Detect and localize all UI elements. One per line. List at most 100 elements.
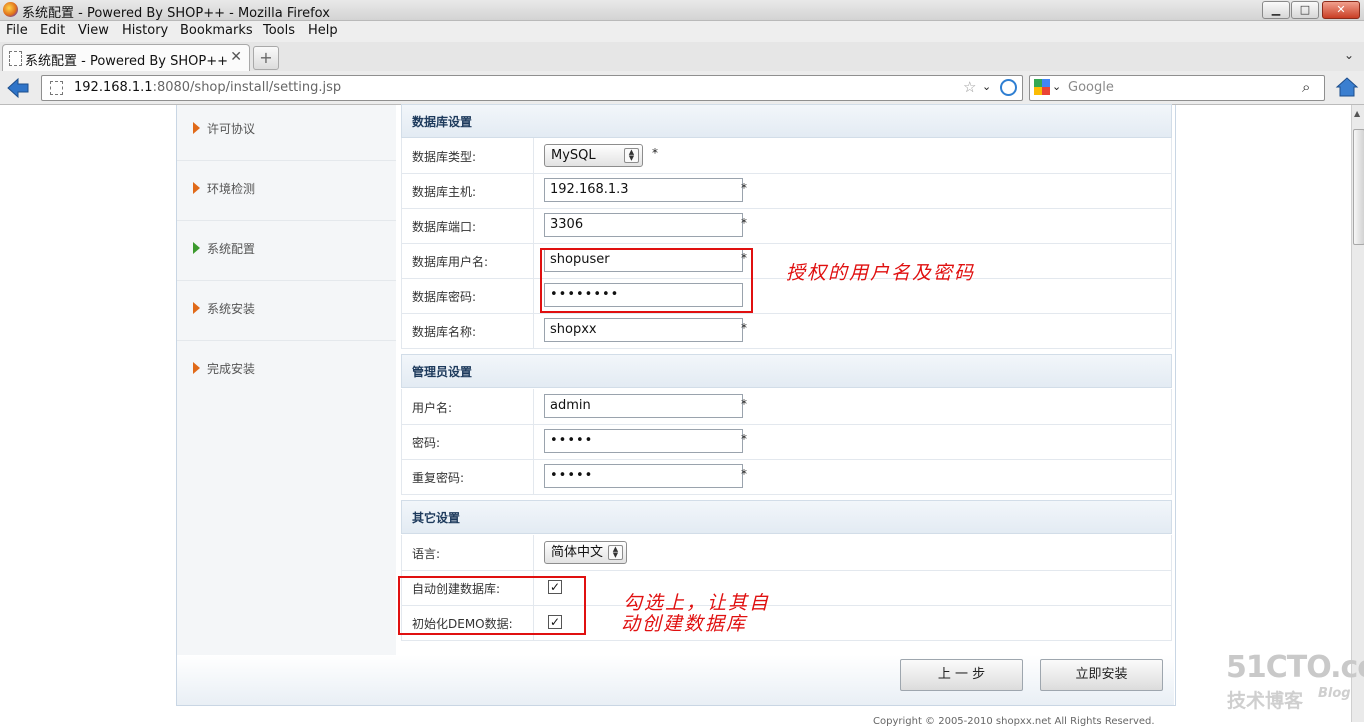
admin-username-input[interactable]: admin bbox=[544, 394, 743, 418]
field-label: 重复密码: bbox=[412, 471, 465, 485]
prev-step-button[interactable]: 上 一 步 bbox=[900, 659, 1023, 691]
row-divider bbox=[533, 389, 534, 424]
address-bar[interactable]: 192.168.1.1:8080/shop/install/setting.js… bbox=[41, 75, 1023, 101]
search-bar[interactable]: ⌄ Google ⌕ bbox=[1029, 75, 1325, 101]
field-label: 数据库主机: bbox=[412, 185, 477, 199]
step-arrow-icon bbox=[193, 242, 200, 254]
installer-footer bbox=[177, 655, 1174, 705]
maximize-button[interactable]: □ bbox=[1291, 1, 1319, 19]
select-caret-icon: ▲ ▼ bbox=[608, 545, 623, 560]
url-path: :8080/shop/install/setting.jsp bbox=[152, 80, 342, 95]
step-label: 许可协议 bbox=[207, 122, 256, 136]
row-divider bbox=[533, 243, 534, 278]
step-label: 完成安装 bbox=[207, 362, 256, 376]
menu-tools[interactable]: Tools bbox=[263, 23, 295, 38]
required-mark: * bbox=[741, 467, 747, 481]
annotation-box-autocreate bbox=[398, 576, 586, 635]
required-mark: * bbox=[741, 397, 747, 411]
required-mark: * bbox=[741, 432, 747, 446]
annotation-credentials: 授权的用户名及密码 bbox=[786, 262, 976, 284]
google-engine-icon[interactable] bbox=[1034, 79, 1050, 95]
field-label: 语言: bbox=[412, 547, 441, 561]
row-language: 语言: 简体中文 ▲ ▼ bbox=[401, 535, 1172, 571]
section-title: 管理员设置 bbox=[412, 365, 473, 379]
admin-password-input[interactable]: ••••• bbox=[544, 429, 743, 453]
required-mark: * bbox=[741, 181, 747, 195]
close-window-button[interactable]: ✕ bbox=[1322, 1, 1360, 19]
db-host-input[interactable]: 192.168.1.3 bbox=[544, 178, 743, 202]
history-dropdown-icon[interactable]: ⌄ bbox=[982, 80, 991, 93]
db-name-input[interactable]: shopxx bbox=[544, 318, 743, 342]
menu-bar: File Edit View History Bookmarks Tools H… bbox=[0, 21, 1364, 42]
required-mark: * bbox=[652, 146, 658, 160]
menu-history[interactable]: History bbox=[122, 23, 168, 38]
url-text: 192.168.1.1:8080/shop/install/setting.js… bbox=[74, 80, 341, 95]
scroll-up-icon[interactable]: ▲ bbox=[1354, 109, 1360, 118]
field-label: 数据库用户名: bbox=[412, 255, 489, 269]
window-title: 系统配置 - Powered By SHOP++ - Mozilla Firef… bbox=[22, 6, 330, 21]
tab-system-config[interactable]: 系统配置 - Powered By SHOP++ ✕ bbox=[2, 44, 250, 71]
row-divider bbox=[533, 278, 534, 313]
section-header-admin: 管理员设置 bbox=[401, 354, 1172, 388]
language-select[interactable]: 简体中文 ▲ ▼ bbox=[544, 541, 627, 564]
row-divider bbox=[533, 424, 534, 459]
field-label: 数据库端口: bbox=[412, 220, 477, 234]
step-label: 环境检测 bbox=[207, 182, 256, 196]
row-divider bbox=[533, 535, 534, 570]
step-arrow-icon bbox=[193, 362, 200, 374]
tab-list-chevron-icon[interactable]: ⌄ bbox=[1344, 48, 1354, 62]
step-system-config: 系统配置 bbox=[177, 222, 396, 281]
reload-icon[interactable] bbox=[1000, 79, 1017, 96]
home-icon[interactable] bbox=[1335, 76, 1359, 98]
step-system-install: 系统安装 bbox=[177, 282, 396, 341]
row-db-host: 数据库主机: 192.168.1.3 * bbox=[401, 173, 1172, 209]
minimize-button[interactable]: ▁ bbox=[1262, 1, 1290, 19]
menu-bookmarks[interactable]: Bookmarks bbox=[180, 23, 253, 38]
step-arrow-icon bbox=[193, 302, 200, 314]
row-divider bbox=[533, 459, 534, 494]
scrollbar-thumb[interactable] bbox=[1353, 129, 1364, 245]
url-host: 192.168.1.1 bbox=[74, 80, 153, 95]
menu-edit[interactable]: Edit bbox=[40, 23, 65, 38]
page-icon bbox=[9, 51, 22, 66]
section-header-database: 数据库设置 bbox=[401, 104, 1172, 138]
bookmark-star-icon[interactable]: ☆ bbox=[963, 78, 976, 96]
step-env-check: 环境检测 bbox=[177, 162, 396, 221]
search-placeholder: Google bbox=[1068, 80, 1114, 95]
db-port-input[interactable]: 3306 bbox=[544, 213, 743, 237]
watermark-blog: Blog bbox=[1318, 686, 1351, 701]
back-arrow-icon[interactable] bbox=[6, 76, 30, 100]
row-admin-password: 密码: ••••• * bbox=[401, 424, 1172, 460]
annotation-box-credentials bbox=[540, 248, 753, 313]
install-now-button[interactable]: 立即安装 bbox=[1040, 659, 1163, 691]
row-divider bbox=[533, 173, 534, 208]
firefox-icon bbox=[3, 2, 18, 17]
search-go-icon[interactable]: ⌕ bbox=[1302, 78, 1310, 96]
site-identity-icon[interactable] bbox=[50, 81, 63, 95]
row-db-port: 数据库端口: 3306 * bbox=[401, 208, 1172, 244]
new-tab-button[interactable]: + bbox=[253, 46, 279, 70]
tab-label: 系统配置 - Powered By SHOP++ bbox=[25, 54, 228, 69]
row-divider bbox=[533, 138, 534, 173]
tab-close-icon[interactable]: ✕ bbox=[230, 49, 242, 65]
row-divider bbox=[533, 313, 534, 348]
menu-view[interactable]: View bbox=[78, 23, 109, 38]
db-type-select[interactable]: MySQL ▲ ▼ bbox=[544, 144, 643, 167]
row-db-name: 数据库名称: shopxx * bbox=[401, 313, 1172, 349]
field-label: 数据库类型: bbox=[412, 150, 477, 164]
section-title: 数据库设置 bbox=[412, 115, 473, 129]
watermark-subtitle: 技术博客 bbox=[1227, 690, 1304, 712]
field-label: 数据库名称: bbox=[412, 325, 477, 339]
menu-file[interactable]: File bbox=[6, 23, 28, 38]
field-label: 用户名: bbox=[412, 401, 453, 415]
engine-dropdown-icon[interactable]: ⌄ bbox=[1052, 80, 1061, 93]
field-label: 密码: bbox=[412, 436, 441, 450]
admin-repassword-input[interactable]: ••••• bbox=[544, 464, 743, 488]
select-value: 简体中文 bbox=[551, 545, 604, 560]
row-divider bbox=[533, 208, 534, 243]
select-caret-icon: ▲ ▼ bbox=[624, 148, 639, 163]
menu-help[interactable]: Help bbox=[308, 23, 338, 38]
page-scrollbar[interactable]: ▲ bbox=[1351, 105, 1364, 722]
row-admin-user: 用户名: admin * bbox=[401, 389, 1172, 425]
step-arrow-icon bbox=[193, 182, 200, 194]
